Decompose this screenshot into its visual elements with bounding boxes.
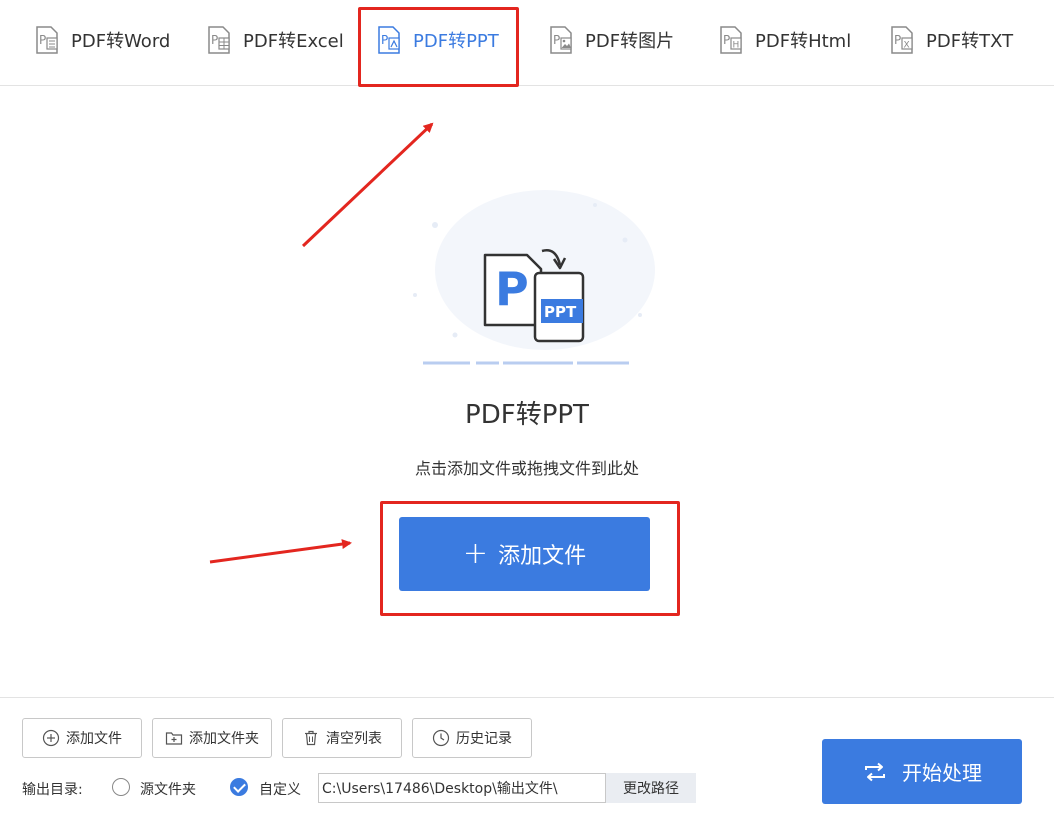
start-label: 开始处理 [902, 761, 982, 785]
plus-circle-icon [42, 729, 60, 747]
add-file-button[interactable]: + 添加文件 [399, 517, 650, 591]
button-label: 添加文件 [66, 731, 122, 747]
toolbar-history-button[interactable]: 历史记录 [412, 718, 532, 758]
page-title: PDF转PPT [465, 400, 589, 430]
output-dir-label: 输出目录: [22, 782, 83, 798]
trash-icon [305, 730, 317, 746]
toolbar-add-file-button[interactable]: 添加文件 [22, 718, 142, 758]
radio-custom[interactable] [230, 778, 248, 796]
change-path-button[interactable]: 更改路径 [606, 773, 696, 803]
button-label: 清空列表 [326, 731, 382, 747]
radio-custom-label: 自定义 [259, 782, 301, 798]
output-path-field[interactable] [318, 773, 606, 803]
illustration-badge: P [495, 262, 529, 316]
repeat-icon [865, 762, 885, 781]
add-file-label: 添加文件 [498, 544, 587, 569]
button-label: 历史记录 [456, 731, 512, 747]
button-label: 添加文件夹 [189, 731, 259, 747]
toolbar-clear-list-button[interactable]: 清空列表 [282, 718, 402, 758]
radio-source-folder[interactable] [112, 778, 130, 796]
illustration-target: PPT [544, 303, 577, 321]
arrow-to-add-button [209, 539, 352, 564]
pdf-to-ppt-illustration: P PPT [413, 190, 655, 365]
toolbar-add-folder-button[interactable]: 添加文件夹 [152, 718, 272, 758]
clock-icon [432, 729, 450, 747]
drop-hint: 点击添加文件或拖拽文件到此处 [414, 459, 639, 478]
folder-plus-icon [165, 732, 183, 745]
radio-source-folder-label: 源文件夹 [140, 782, 196, 798]
plus-icon: + [462, 536, 489, 571]
start-processing-button[interactable]: 开始处理 [822, 739, 1022, 804]
bottom-toolbar: 添加文件 添加文件夹 清空列表 历史记录 输出目录: 源文件夹 自定义 更改路径 [0, 697, 1054, 822]
